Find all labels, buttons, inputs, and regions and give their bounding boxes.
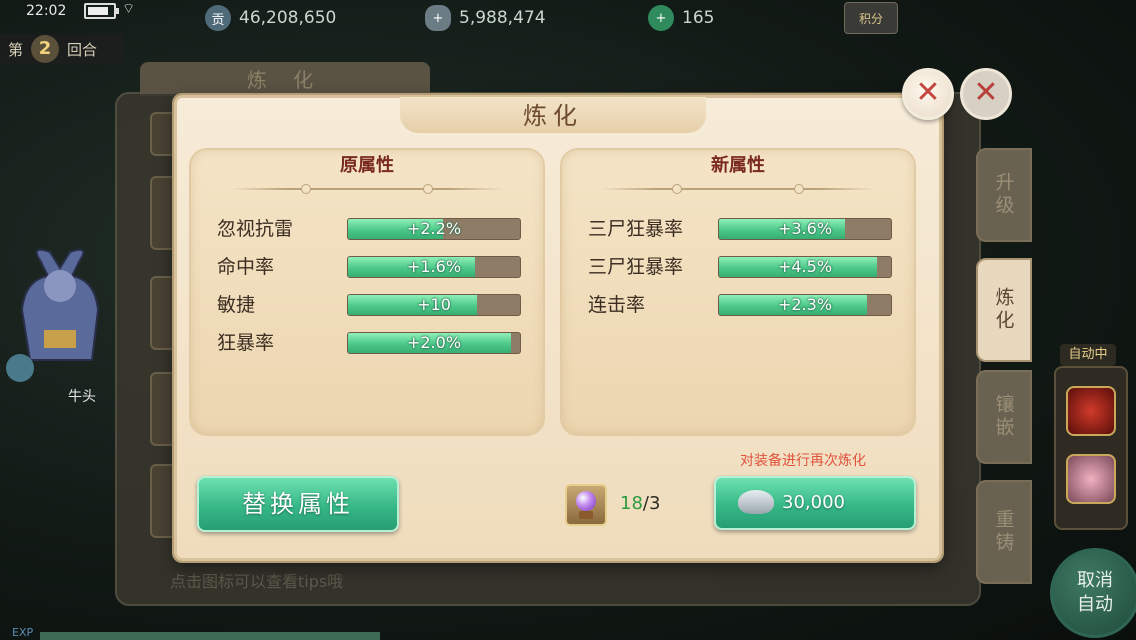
attribute-bar: +2.2%: [347, 218, 521, 240]
attribute-value: +2.0%: [406, 333, 462, 352]
attribute-row: 三尸狂暴率 +3.6%: [562, 216, 914, 242]
attribute-bar: +2.0%: [347, 332, 521, 354]
attribute-bar: +3.6%: [718, 218, 892, 240]
close-icon[interactable]: ✕: [902, 68, 954, 120]
skill-icon[interactable]: [1066, 386, 1116, 436]
refine-hint: 对装备进行再次炼化: [740, 453, 866, 469]
currency-contribution-value: 46,208,650: [239, 8, 337, 28]
attribute-name: 三尸狂暴率: [588, 218, 684, 240]
attribute-name: 忽视抗雷: [217, 218, 294, 240]
attribute-name: 命中率: [217, 256, 275, 278]
skill-icon[interactable]: [1066, 454, 1116, 504]
silver-ingot-icon: +: [425, 5, 451, 31]
battery-icon: [84, 3, 119, 19]
divider: [602, 184, 874, 194]
refine-stone-count: 18/3: [620, 493, 660, 514]
tab-inlay[interactable]: 镶嵌: [976, 370, 1032, 464]
tab-refine[interactable]: 炼化: [976, 258, 1032, 362]
attribute-name: 连击率: [588, 294, 646, 316]
jade-icon: +: [648, 5, 674, 31]
item-count-need: 3: [648, 493, 661, 514]
character-name: 牛头: [68, 389, 96, 405]
item-count-have: 18: [620, 493, 643, 514]
attribute-row: 敏捷 +10: [191, 292, 543, 318]
cancel-auto-button[interactable]: 取消 自动: [1050, 548, 1136, 638]
background-close-icon[interactable]: ✕: [960, 68, 1012, 120]
attribute-name: 三尸狂暴率: [588, 256, 684, 278]
attribute-value: +1.6%: [406, 257, 462, 276]
currency-silver: + 5,988,474: [425, 4, 546, 32]
silver-ingot-icon: [738, 490, 774, 514]
attribute-bar: +1.6%: [347, 256, 521, 278]
attribute-value: +3.6%: [777, 219, 833, 238]
currency-jade: + 165: [648, 4, 714, 32]
new-attributes-panel: 新属性 三尸狂暴率 +3.6% 三尸狂暴率 +4.5% 连击率 +2.3%: [560, 148, 916, 436]
original-attributes-panel: 原属性 忽视抗雷 +2.2% 命中率 +1.6% 敏捷 +10 狂暴率 +2.0…: [189, 148, 545, 436]
tab-upgrade[interactable]: 升级: [976, 148, 1032, 242]
refine-stone-icon[interactable]: [565, 484, 607, 526]
wifi-icon: ⌔: [122, 1, 136, 17]
auto-status-label: 自动中: [1060, 344, 1116, 366]
auto-skill-panel: [1054, 366, 1128, 530]
cancel-auto-label-line1: 取消: [1077, 570, 1113, 591]
replace-attributes-button[interactable]: 替换属性: [197, 476, 399, 532]
exp-label: EXP: [12, 626, 34, 639]
currency-contribution: 贡 46,208,650: [205, 4, 336, 32]
currency-silver-value: 5,988,474: [459, 8, 546, 28]
round-suffix: 回合: [67, 40, 98, 59]
attribute-name: 狂暴率: [217, 332, 275, 354]
attribute-name: 敏捷: [217, 294, 256, 316]
refine-again-button[interactable]: 30,000: [714, 476, 916, 530]
attribute-bar: +10: [347, 294, 521, 316]
status-bar: 22:02 ⌔ 贡 46,208,650 + 5,988,474 + 165 积…: [0, 0, 1136, 36]
new-attributes-header: 新属性: [711, 155, 765, 176]
attribute-value: +10: [417, 295, 451, 314]
attribute-row: 命中率 +1.6%: [191, 254, 543, 280]
tab-recast[interactable]: 重铸: [976, 480, 1032, 584]
tips-hint: 点击图标可以查看tips哦: [170, 572, 344, 591]
score-button[interactable]: 积分: [844, 2, 898, 34]
attribute-row: 忽视抗雷 +2.2%: [191, 216, 543, 242]
attribute-row: 连击率 +2.3%: [562, 292, 914, 318]
attribute-value: +4.5%: [777, 257, 833, 276]
original-attributes-header: 原属性: [340, 155, 394, 176]
exp-bar: [40, 632, 380, 640]
contribution-icon: 贡: [205, 5, 231, 31]
cancel-auto-label-line2: 自动: [1077, 594, 1113, 615]
background-window-title: 炼 化: [140, 62, 430, 96]
dialog-title: 炼化: [523, 102, 583, 130]
attribute-row: 三尸狂暴率 +4.5%: [562, 254, 914, 280]
round-prefix: 第: [8, 40, 24, 59]
character-sprite[interactable]: [0, 240, 120, 390]
clock: 22:02: [26, 3, 67, 19]
attribute-row: 狂暴率 +2.0%: [191, 330, 543, 356]
attribute-value: +2.2%: [406, 219, 462, 238]
round-number: 2: [31, 35, 60, 63]
round-indicator: 第 2 回合: [0, 34, 124, 64]
attribute-bar: +4.5%: [718, 256, 892, 278]
divider: [231, 184, 503, 194]
refine-cost: 30,000: [782, 492, 845, 513]
currency-jade-value: 165: [682, 8, 715, 28]
attribute-bar: +2.3%: [718, 294, 892, 316]
attribute-value: +2.3%: [777, 295, 833, 314]
